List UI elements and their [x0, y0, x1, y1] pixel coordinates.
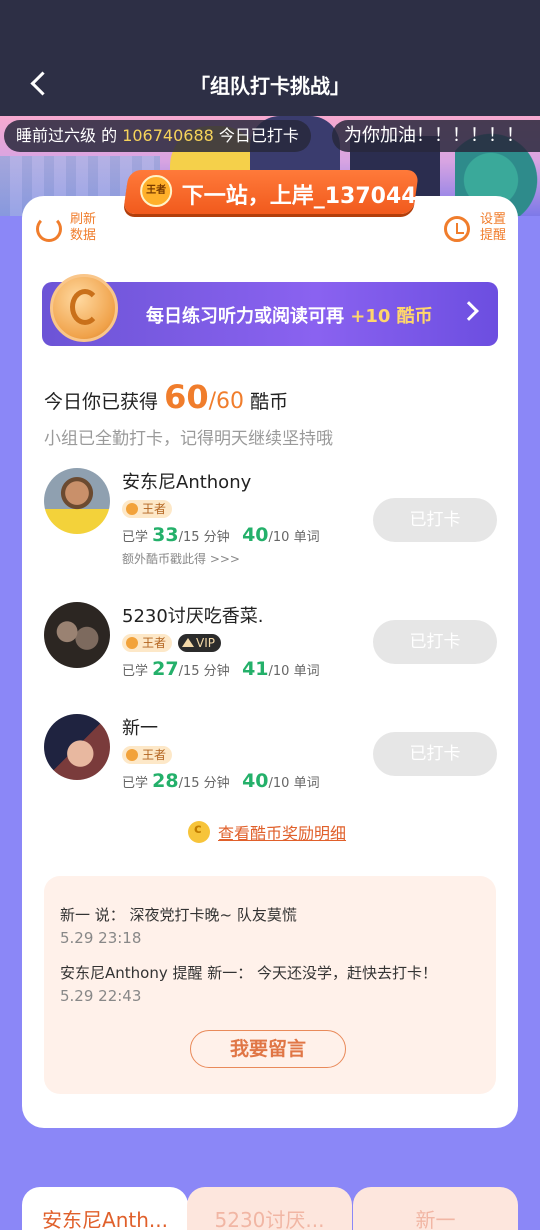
tab-member-2[interactable]: 5230讨厌...: [187, 1187, 352, 1230]
checked-in-button[interactable]: 已打卡: [373, 732, 497, 776]
reminder-label: 设置提醒: [480, 212, 507, 243]
cheer-ticker: 为你加油！！！！！！: [332, 120, 540, 152]
member-stats: 已学 28/15 分钟 40/10 单词: [122, 770, 320, 792]
avatar[interactable]: [44, 468, 110, 534]
member-stats: 已学 33/15 分钟 40/10 单词: [122, 524, 320, 546]
minutes-goal: /15 分钟: [178, 530, 230, 545]
message-time: 5.29 23:18: [60, 929, 142, 947]
minutes-value: 33: [152, 524, 179, 546]
rank-tag: 王者: [122, 634, 173, 652]
member-badges: 王者 VIP: [122, 632, 227, 652]
promo-text: 每日练习听力或阅读可再 +10 酷币: [146, 302, 433, 328]
message-time: 5.29 22:43: [60, 987, 142, 1005]
checked-in-button[interactable]: 已打卡: [373, 620, 497, 664]
leave-message-button[interactable]: 我要留言: [190, 1030, 346, 1068]
alarm-clock-icon: [444, 216, 470, 242]
checked-in-button[interactable]: 已打卡: [373, 498, 497, 542]
study-label: 已学: [122, 776, 149, 791]
words-value: 41: [242, 658, 269, 680]
set-reminder-button[interactable]: 设置提醒: [444, 212, 524, 248]
rank-badge-icon: 王者: [140, 175, 173, 207]
chevron-right-icon: [459, 301, 479, 321]
coin-icon: [188, 821, 210, 843]
avatar[interactable]: [44, 714, 110, 780]
earned-prefix: 今日你已获得: [44, 391, 159, 413]
member-name: 新一: [122, 718, 158, 739]
member-row: 5230讨厌吃香菜. 王者 VIP 已学 27/15 分钟 41/10 单词 已打…: [44, 602, 504, 692]
member-name: 5230讨厌吃香菜.: [122, 606, 264, 627]
minutes-goal: /15 分钟: [178, 664, 230, 679]
coin-reward-details-link[interactable]: 查看酷币奖励明细: [188, 820, 346, 844]
promo-main-text: 每日练习听力或阅读可再: [146, 306, 344, 327]
page-title: 「组队打卡挑战」: [190, 74, 350, 98]
ticker-suffix: 今日已打卡: [213, 126, 299, 145]
message-board: 新一 说： 深夜党打卡晚~ 队友莫慌 5.29 23:18 安东尼Anthony…: [44, 876, 496, 1094]
tab-member-1[interactable]: 安东尼Anth...: [22, 1187, 188, 1230]
member-name: 安东尼Anthony: [122, 472, 252, 493]
member-badges: 王者: [122, 498, 178, 518]
study-label: 已学: [122, 664, 149, 679]
checkin-ticker: 睡前过六级 的 106740688 今日已打卡: [4, 120, 311, 152]
tab-member-3[interactable]: 新一: [353, 1187, 518, 1230]
words-value: 40: [242, 770, 269, 792]
extra-coins-link[interactable]: 额外酷币戳此得 >>>: [122, 550, 240, 567]
member-stats: 已学 27/15 分钟 41/10 单词: [122, 658, 320, 680]
earned-unit: 酷币: [250, 391, 289, 413]
refresh-data-button[interactable]: 刷新数据: [36, 212, 116, 248]
avatar[interactable]: [44, 602, 110, 668]
ticker-prefix: 睡前过六级 的: [16, 126, 123, 145]
earned-value: 60: [164, 378, 209, 416]
vip-tag: VIP: [178, 634, 221, 652]
message-text: 新一 说： 深夜党打卡晚~ 队友莫慌: [60, 906, 297, 924]
team-name-banner: 王者 下一站，上岸_137044: [122, 170, 420, 214]
words-goal: /10 单词: [268, 530, 320, 545]
earned-total-wrap: /60: [208, 389, 245, 414]
rank-tag: 王者: [122, 500, 173, 518]
minutes-value: 27: [152, 658, 179, 680]
coin-icon: [50, 274, 118, 342]
promo-bonus: +10 酷币: [350, 306, 433, 327]
team-name: 下一站，上岸_137044: [181, 184, 417, 209]
ticker-number: 106740688: [122, 126, 214, 145]
words-goal: /10 单词: [268, 664, 320, 679]
refresh-icon: [36, 216, 62, 242]
words-value: 40: [242, 524, 269, 546]
message-text: 安东尼Anthony 提醒 新一： 今天还没学，赶快去打卡！: [60, 964, 438, 982]
reward-link-text: 查看酷币奖励明细: [218, 824, 347, 843]
member-row: 安东尼Anthony 王者 已学 33/15 分钟 40/10 单词 额外酷币戳…: [44, 468, 504, 578]
team-status-subtitle: 小组已全勤打卡，记得明天继续坚持哦: [44, 429, 333, 449]
top-bar: 「组队打卡挑战」: [0, 0, 540, 116]
words-goal: /10 单词: [268, 776, 320, 791]
refresh-label: 刷新数据: [70, 212, 97, 243]
earned-summary: 今日你已获得 60/60 酷币: [44, 378, 288, 416]
rank-tag: 王者: [122, 746, 173, 764]
earned-total: 60: [216, 389, 245, 414]
member-badges: 王者: [122, 744, 178, 764]
minutes-value: 28: [152, 770, 179, 792]
member-row: 新一 王者 已学 28/15 分钟 40/10 单词 已打卡: [44, 714, 504, 804]
study-label: 已学: [122, 530, 149, 545]
minutes-goal: /15 分钟: [178, 776, 230, 791]
